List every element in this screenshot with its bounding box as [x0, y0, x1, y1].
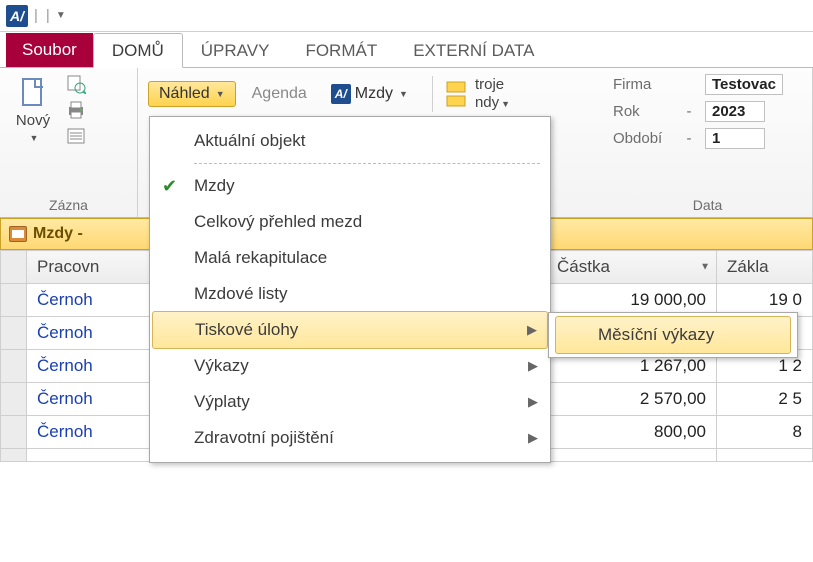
col-header-zaklad[interactable]: Zákla [717, 251, 813, 284]
nahled-button[interactable]: Náhled ▼ Aktuální objekt ✔ Mzdy Celkový … [148, 81, 236, 107]
qat-separator: | [32, 7, 40, 24]
list-icon[interactable] [66, 126, 86, 146]
menu-item-label: Zdravotní pojištění [194, 428, 334, 448]
menu-item-label: Tiskové úlohy [195, 320, 298, 340]
col-label: Zákla [727, 257, 769, 276]
qat-separator: | [44, 7, 52, 24]
row-selector[interactable] [1, 350, 27, 383]
title-bar: A/ | | ▼ [0, 0, 813, 32]
check-icon: ✔ [162, 176, 177, 197]
dash: - [683, 130, 695, 147]
cell-zaklad[interactable]: 8 [717, 416, 813, 449]
menu-item-label: Malá rekapitulace [194, 248, 327, 268]
menu-item-label: Měsíční výkazy [598, 325, 714, 345]
nastroje-label2: ndy [475, 94, 499, 111]
firma-label: Firma [613, 76, 673, 93]
menu-item-label: Výkazy [194, 356, 249, 376]
qat-dropdown-icon[interactable]: ▼ [56, 10, 66, 21]
app-icon: A/ [331, 84, 351, 104]
menu-item-label: Výplaty [194, 392, 250, 412]
col-label: Pracovn [37, 257, 99, 276]
mzdy-button[interactable]: A/ Mzdy ▼ [323, 81, 416, 107]
menu-separator [194, 163, 540, 164]
row-selector[interactable] [1, 449, 27, 462]
dash: - [683, 103, 695, 120]
ribbon-group-zaznamy: Nový ▼ Zázna [0, 68, 138, 217]
mzdy-label: Mzdy [355, 85, 393, 103]
app-icon: A/ [6, 5, 28, 27]
tools-icon[interactable] [443, 78, 469, 110]
nastroje-label1: troje [475, 76, 510, 94]
group-label-zaznamy: Zázna [6, 195, 131, 217]
menu-item-label: Aktuální objekt [194, 131, 306, 151]
rok-label: Rok [613, 103, 673, 120]
chevron-down-icon[interactable]: ▼ [700, 262, 710, 273]
new-record-label: Nový [16, 112, 50, 129]
tab-domu[interactable]: DOMŮ [93, 33, 183, 68]
menu-item-vyplaty[interactable]: Výplaty ▶ [150, 384, 550, 420]
print-preview-icon[interactable] [66, 74, 86, 94]
chevron-down-icon: ▼ [216, 89, 225, 99]
col-label: Částka [557, 257, 610, 276]
ribbon-group-view: Náhled ▼ Aktuální objekt ✔ Mzdy Celkový … [138, 68, 603, 217]
menu-item-tiskove-ulohy[interactable]: Tiskové úlohy ▶ Měsíční výkazy [152, 311, 548, 349]
obdobi-label: Období [613, 130, 673, 147]
row-selector[interactable] [1, 284, 27, 317]
document-icon [17, 76, 49, 108]
ribbon-group-data: Firma Testovac Rok - 2023 Období - 1 Dat… [603, 68, 813, 217]
group-label-data: Data [613, 195, 802, 217]
print-icon[interactable] [66, 100, 86, 120]
menu-item-vykazy[interactable]: Výkazy ▶ [150, 348, 550, 384]
ribbon: Nový ▼ Zázna Náhled ▼ Aktuální objekt [0, 68, 813, 218]
tab-externi-data[interactable]: EXTERNÍ DATA [395, 34, 552, 67]
menu-item-mzdove-listy[interactable]: Mzdové listy [150, 276, 550, 312]
select-all-cell[interactable] [1, 251, 27, 284]
tab-upravy[interactable]: ÚPRAVY [183, 34, 288, 67]
menu-item-mala-rekapitulace[interactable]: Malá rekapitulace [150, 240, 550, 276]
menu-item-label: Mzdové listy [194, 284, 288, 304]
table-icon [9, 226, 27, 242]
nahled-menu: Aktuální objekt ✔ Mzdy Celkový přehled m… [149, 116, 551, 463]
menu-item-celkovy-prehled[interactable]: Celkový přehled mezd [150, 204, 550, 240]
agenda-button[interactable]: Agenda [244, 82, 315, 106]
submenu-arrow-icon: ▶ [527, 322, 537, 338]
row-selector[interactable] [1, 317, 27, 350]
row-selector[interactable] [1, 383, 27, 416]
nahled-label: Náhled [159, 85, 210, 103]
tab-format[interactable]: FORMÁT [287, 34, 395, 67]
cell-castka[interactable]: 2 570,00 [547, 383, 717, 416]
ribbon-tabs: Soubor DOMŮ ÚPRAVY FORMÁT EXTERNÍ DATA [0, 32, 813, 68]
submenu-arrow-icon: ▶ [528, 358, 538, 374]
menu-item-mzdy[interactable]: ✔ Mzdy [150, 168, 550, 204]
chevron-down-icon: ▼ [399, 89, 408, 99]
datasheet-title: Mzdy - [33, 225, 83, 243]
col-header-castka[interactable]: Částka ▼ [547, 251, 717, 284]
agenda-label: Agenda [252, 85, 307, 103]
menu-item-aktualni-objekt[interactable]: Aktuální objekt [150, 123, 550, 159]
submenu-tiskove-ulohy: Měsíční výkazy [548, 312, 798, 358]
rok-value[interactable]: 2023 [705, 101, 765, 122]
menu-item-label: Celkový přehled mezd [194, 212, 362, 232]
menu-item-zdravotni-pojisteni[interactable]: Zdravotní pojištění ▶ [150, 420, 550, 456]
submenu-arrow-icon: ▶ [528, 394, 538, 410]
submenu-item-mesicni-vykazy[interactable]: Měsíční výkazy [555, 316, 791, 354]
chevron-down-icon: ▼ [30, 133, 39, 143]
firma-value[interactable]: Testovac [705, 74, 783, 95]
chevron-down-icon: ▼ [501, 99, 510, 109]
submenu-arrow-icon: ▶ [528, 430, 538, 446]
cell-zaklad[interactable]: 2 5 [717, 383, 813, 416]
cell-castka[interactable]: 800,00 [547, 416, 717, 449]
obdobi-value[interactable]: 1 [705, 128, 765, 149]
cell-castka[interactable] [547, 449, 717, 462]
menu-item-label: Mzdy [194, 176, 235, 196]
tab-file[interactable]: Soubor [6, 33, 93, 67]
cell-zaklad[interactable] [717, 449, 813, 462]
row-selector[interactable] [1, 416, 27, 449]
new-record-button[interactable]: Nový ▼ [6, 72, 60, 195]
